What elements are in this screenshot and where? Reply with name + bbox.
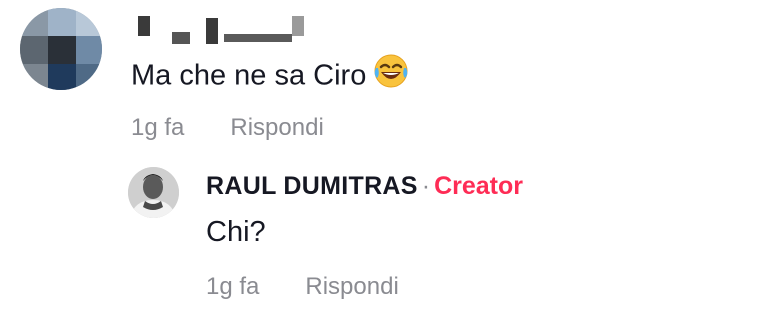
avatar[interactable] (128, 167, 179, 218)
reply-comment: RAUL DUMITRAS · Creator Chi? 1g fa Rispondi (0, 160, 767, 317)
reply-header: RAUL DUMITRAS · Creator (206, 172, 523, 201)
reply-meta: 1g fa Rispondi (206, 273, 399, 301)
comment: Ma che ne sa Ciro 1g fa Rispondi (0, 0, 767, 160)
author-name[interactable]: RAUL DUMITRAS (206, 172, 418, 200)
timestamp: 1g fa (206, 273, 260, 300)
reply-button[interactable]: Rispondi (305, 273, 398, 300)
avatar[interactable] (20, 8, 102, 90)
reply-button[interactable]: Rispondi (230, 114, 323, 141)
timestamp: 1g fa (131, 114, 185, 141)
redacted-username (132, 12, 307, 46)
comment-meta: 1g fa Rispondi (131, 114, 324, 142)
comment-text-content: Ma che ne sa Ciro (131, 59, 367, 92)
comment-text: Ma che ne sa Ciro (131, 54, 410, 98)
face-with-tears-of-joy-icon (372, 52, 410, 98)
creator-badge: Creator (434, 172, 524, 200)
reply-text: Chi? (206, 216, 266, 248)
separator: · (421, 172, 431, 200)
